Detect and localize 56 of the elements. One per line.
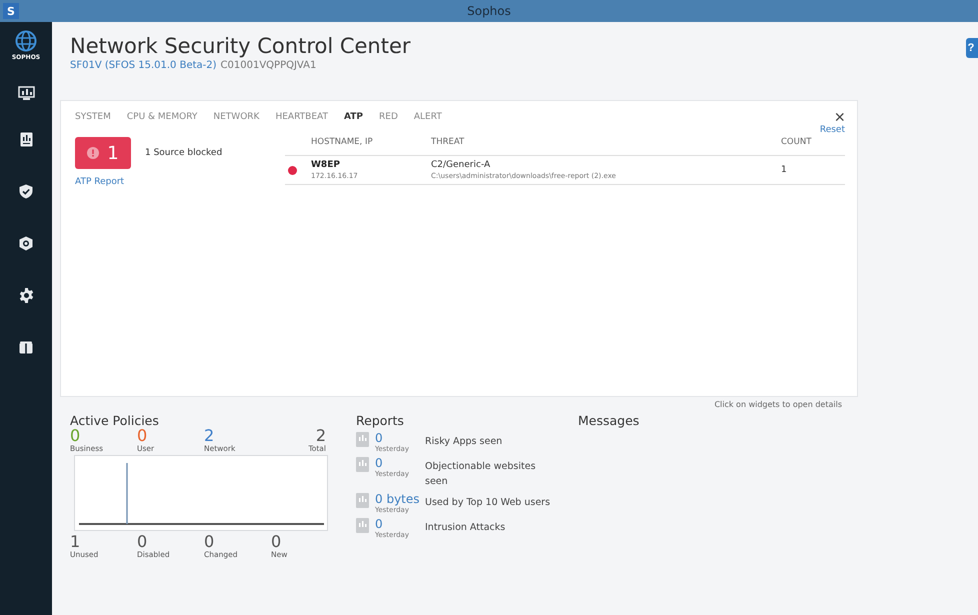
info-icon (87, 147, 100, 159)
monitor-icon (18, 86, 34, 100)
box-icon (19, 340, 33, 354)
report-value[interactable]: 0 bytes (375, 493, 419, 506)
policy-count: 0 (137, 428, 148, 444)
widget-tab[interactable]: NETWORK (213, 109, 260, 125)
column-header: THREAT (431, 137, 466, 147)
hostname: W8EP (311, 160, 341, 170)
section-title: Active Policies (70, 413, 160, 428)
report-value[interactable]: 0 (375, 457, 419, 470)
report-icon (356, 493, 369, 508)
alert-count: 1 (107, 142, 119, 164)
device-link[interactable]: SF01V (SFOS 15.01.0 Beta-2) (70, 60, 217, 71)
globe-logo-icon (14, 30, 37, 52)
app-icon: S (3, 3, 19, 19)
close-button[interactable]: × (834, 109, 845, 125)
threat-name: C2/Generic-A (431, 160, 492, 170)
policy-count: 0 (271, 534, 282, 550)
policy-count: 2 (204, 428, 214, 444)
serial-number: C01001VQPPQJVA1 (220, 60, 316, 71)
column-header: COUNT (781, 137, 812, 147)
widget-tab[interactable]: HEARTBEAT (275, 109, 328, 125)
blocked-summary: 1 Source blocked (145, 148, 222, 158)
settings-icon (18, 288, 34, 302)
policy-count: 0 (70, 428, 80, 444)
report-label: Objectionable websites seen (425, 460, 537, 489)
threat-count: 1 (781, 165, 788, 175)
widget-tab[interactable]: RED (379, 109, 398, 125)
atp-report-link[interactable]: ATP Report (75, 177, 124, 187)
widget-tab[interactable]: SYSTEM (75, 109, 111, 125)
section-title: Messages (578, 413, 640, 428)
help-button[interactable]: ? (966, 38, 978, 58)
report-label: Used by Top 10 Web users (425, 496, 552, 510)
policy-count: 2 (316, 428, 326, 444)
column-header: HOSTNAME, IP (311, 137, 374, 147)
report-value[interactable]: 0 (375, 518, 419, 531)
report-icon (20, 132, 32, 146)
report-icon (356, 457, 369, 472)
hint-text: Click on widgets to open details (713, 400, 842, 409)
window-title: Sophos (467, 4, 511, 18)
policy-count: 0 (204, 534, 216, 550)
report-icon (356, 432, 369, 447)
page-title: Network Security Control Center (70, 34, 411, 58)
report-icon (356, 518, 369, 533)
widget-tab[interactable]: ALERT (414, 109, 442, 125)
section-title: Reports (356, 413, 405, 428)
report-label: Risky Apps seen (425, 435, 504, 449)
report-value[interactable]: 0 (375, 432, 419, 445)
policy-count: 1 (70, 534, 82, 550)
reset-link[interactable]: Reset (820, 125, 845, 135)
shield-check-icon (19, 184, 33, 198)
report-label: Intrusion Attacks (425, 521, 506, 535)
widget-tab[interactable]: ATP (344, 109, 363, 125)
widget-tab[interactable]: CPU & MEMORY (126, 109, 198, 125)
shield-ring-icon (19, 236, 33, 250)
policy-count: 0 (137, 534, 148, 550)
